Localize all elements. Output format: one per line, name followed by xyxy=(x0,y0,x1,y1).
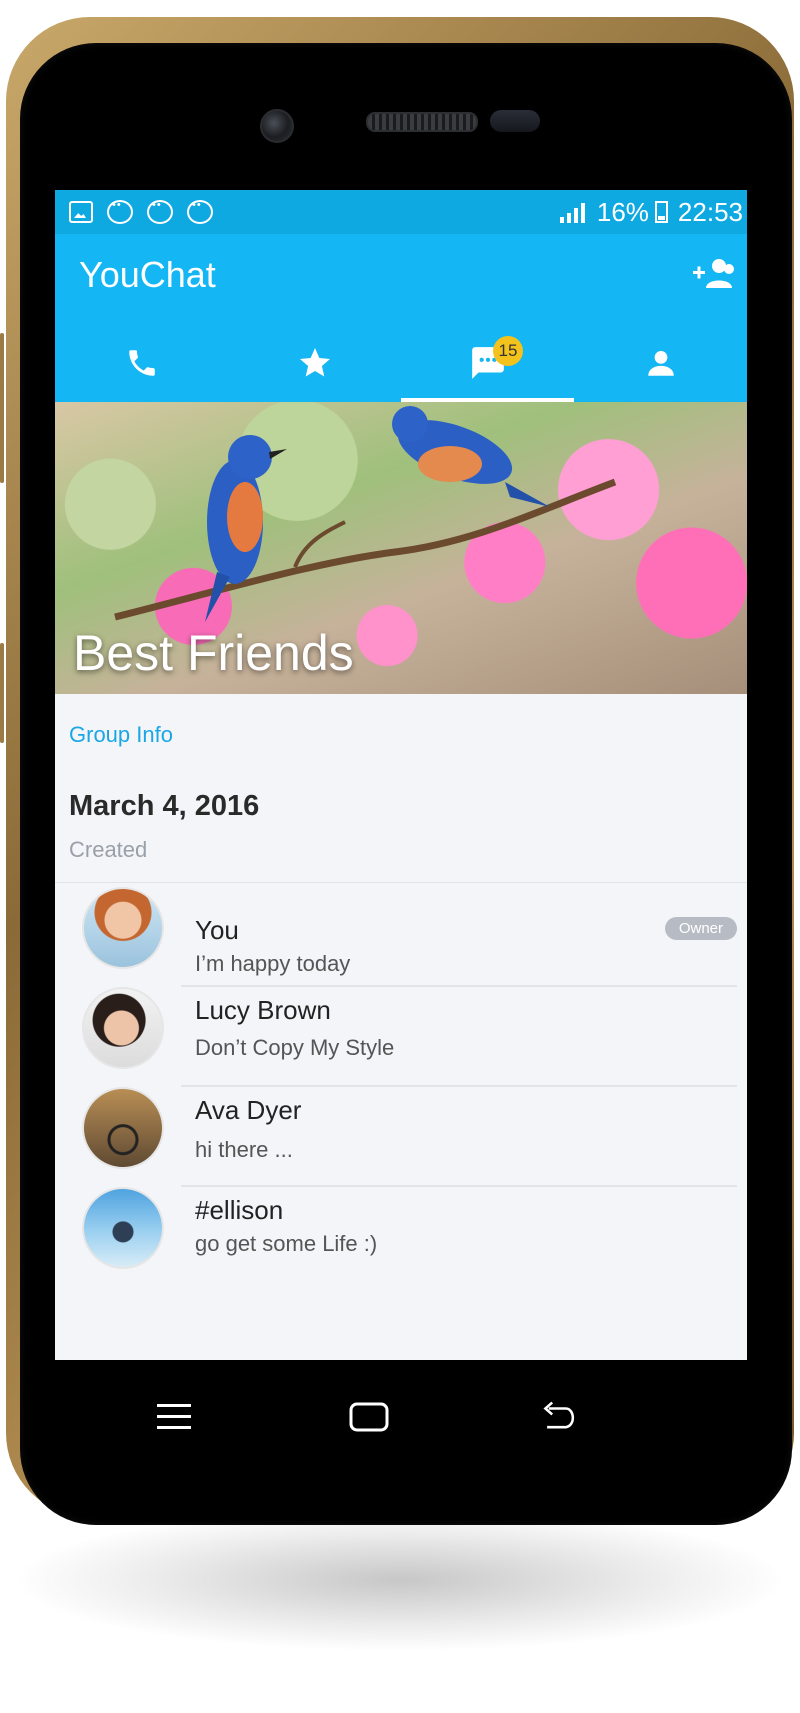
front-camera xyxy=(260,109,294,143)
earpiece-speaker xyxy=(366,112,478,132)
clock: 22:53 xyxy=(677,196,743,227)
phone-icon xyxy=(128,350,155,376)
signal-icon xyxy=(559,201,585,223)
tab-calls[interactable] xyxy=(55,324,228,402)
home-icon[interactable] xyxy=(345,1400,393,1434)
battery-icon xyxy=(654,201,668,223)
person-icon xyxy=(647,350,674,376)
power-button xyxy=(0,333,4,483)
member-row[interactable]: Lucy Brown Don’t Copy My Style xyxy=(55,987,747,1087)
back-icon[interactable] xyxy=(535,1400,583,1434)
proximity-sensor xyxy=(490,110,540,132)
member-row[interactable]: Ava Dyer hi there ... xyxy=(55,1087,747,1187)
app-bar: YouChat xyxy=(55,234,747,324)
add-contact-icon[interactable] xyxy=(691,254,737,294)
created-date: March 4, 2016 xyxy=(69,790,260,822)
member-status: I’m happy today xyxy=(195,951,351,976)
avatar xyxy=(82,1187,164,1269)
battery-percent: 16% xyxy=(596,196,649,227)
group-info-header: Group Info xyxy=(69,722,173,747)
menu-icon[interactable] xyxy=(151,1400,199,1434)
member-status: Don’t Copy My Style xyxy=(195,1035,395,1060)
group-cover-image: Best Friends xyxy=(55,402,747,694)
owner-badge: Owner xyxy=(664,917,737,940)
member-status: go get some Life :) xyxy=(195,1231,378,1256)
navigation-keys xyxy=(55,1360,747,1470)
avatar xyxy=(82,987,164,1069)
member-row[interactable]: #ellison go get some Life :) xyxy=(55,1187,747,1287)
phone-shadow xyxy=(20,1510,780,1650)
member-name: Lucy Brown xyxy=(195,995,331,1025)
tab-contacts[interactable] xyxy=(574,324,747,402)
member-status: hi there ... xyxy=(195,1137,293,1162)
status-bar: 16% 22:53 xyxy=(55,190,747,234)
chat-notification-icon xyxy=(147,199,173,224)
tab-favorites[interactable] xyxy=(228,324,401,402)
image-notification-icon xyxy=(69,201,93,223)
group-name: Best Friends xyxy=(73,625,354,681)
avatar xyxy=(82,1087,164,1169)
member-row[interactable]: You I’m happy today Owner xyxy=(55,887,747,987)
star-icon xyxy=(299,348,330,377)
volume-button xyxy=(0,643,4,743)
tab-chats[interactable]: 15 xyxy=(401,324,574,402)
avatar xyxy=(82,887,164,969)
phone-screen: 16% 22:53 YouChat xyxy=(55,190,747,1360)
created-label: Created xyxy=(69,837,148,862)
unread-badge: 15 xyxy=(493,336,523,366)
member-name: You xyxy=(195,915,239,945)
group-info-section: Group Info March 4, 2016 Created xyxy=(55,694,747,883)
member-name: #ellison xyxy=(195,1195,284,1225)
member-name: Ava Dyer xyxy=(195,1095,302,1125)
chat-notification-icon xyxy=(107,199,133,224)
app-title: YouChat xyxy=(79,254,216,295)
chat-notification-icon xyxy=(187,199,213,224)
tab-bar: 15 xyxy=(55,324,747,402)
